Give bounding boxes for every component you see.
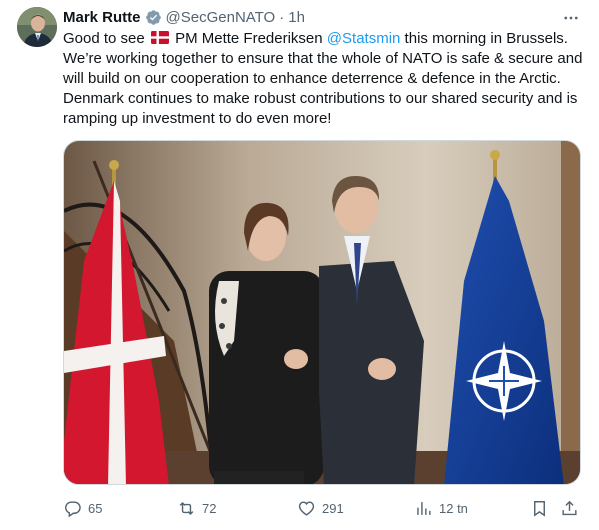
action-bar: 65 72 291 12 tn	[63, 496, 581, 520]
reply-icon	[65, 500, 81, 517]
mention-link[interactable]: @Statsmin	[327, 30, 401, 47]
like-count: 291	[322, 500, 344, 516]
denmark-flag-emoji	[150, 31, 169, 44]
reply-button[interactable]: 65	[63, 496, 102, 520]
share-button[interactable]	[560, 496, 579, 520]
repost-button[interactable]: 72	[177, 496, 216, 520]
tweet-card[interactable]: Mark Rutte @SecGenNATO · 1h Good to see …	[0, 0, 599, 530]
post-photo[interactable]	[63, 140, 581, 485]
author-handle[interactable]: @SecGenNATO	[166, 9, 276, 26]
post-timestamp[interactable]: 1h	[288, 9, 305, 26]
repost-icon	[179, 501, 194, 515]
views-count: 12 tn	[439, 500, 468, 516]
post-header: Mark Rutte @SecGenNATO · 1h	[63, 7, 305, 27]
share-icon	[562, 500, 577, 515]
more-options-icon[interactable]	[561, 8, 581, 28]
separator-dot: ·	[279, 8, 285, 26]
verified-badge-icon[interactable]	[145, 9, 162, 26]
views-button[interactable]: 12 tn	[414, 496, 468, 520]
author-name[interactable]: Mark Rutte	[63, 9, 141, 26]
reply-count: 65	[88, 500, 103, 516]
like-button[interactable]: 291	[297, 496, 344, 520]
avatar[interactable]	[17, 7, 57, 47]
post-text-part: Good to see	[63, 30, 149, 47]
bookmark-button[interactable]	[530, 496, 549, 520]
bookmark-icon	[534, 500, 545, 517]
post-text-part: PM Mette Frederiksen	[170, 30, 327, 47]
views-icon	[417, 501, 431, 515]
post-text: Good to see PM Mette Frederiksen @Statsm…	[63, 29, 583, 129]
like-icon	[298, 500, 315, 516]
repost-count: 72	[202, 500, 217, 516]
